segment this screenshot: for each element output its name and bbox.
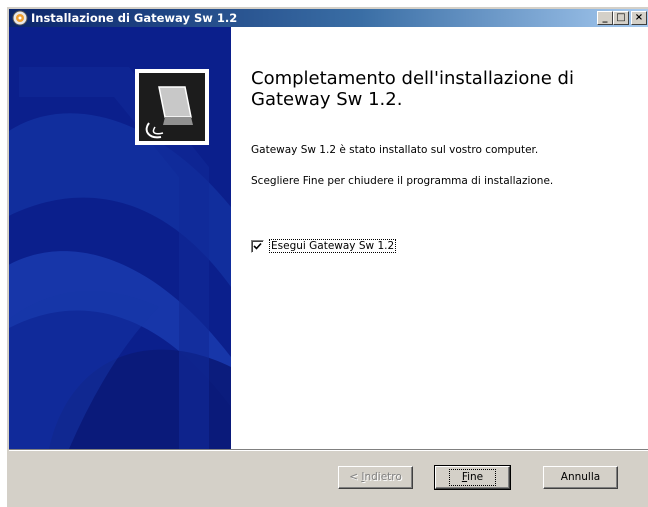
back-button[interactable]: < Indietro [338, 466, 413, 489]
finish-button-focus: Fine [448, 469, 497, 486]
footer-separator [9, 449, 648, 451]
run-app-option[interactable]: Esegui Gateway Sw 1.2 [251, 239, 397, 253]
installer-window: Installazione di Gateway Sw 1.2 _ □ × Co… [6, 6, 648, 507]
back-button-prefix: < [349, 471, 362, 483]
page-title: Completamento dell'installazione di Gate… [251, 68, 574, 110]
checkmark-icon [253, 242, 262, 250]
run-app-checkbox[interactable] [251, 239, 264, 253]
title-bar[interactable]: Installazione di Gateway Sw 1.2 _ □ × [9, 9, 648, 27]
run-app-label[interactable]: Esegui Gateway Sw 1.2 [269, 239, 397, 253]
minimize-button[interactable]: _ [597, 11, 613, 25]
back-button-rest: ndietro [364, 471, 402, 483]
installer-icon [12, 10, 28, 26]
maximize-button[interactable]: □ [613, 11, 629, 25]
close-button[interactable]: × [631, 11, 647, 25]
window-title: Installazione di Gateway Sw 1.2 [31, 11, 238, 25]
instruction-message: Scegliere Fine per chiudere il programma… [251, 175, 554, 187]
wizard-sidebar-banner [9, 27, 231, 449]
finish-button[interactable]: Fine [434, 465, 511, 490]
cancel-button[interactable]: Annulla [543, 466, 618, 489]
installed-message: Gateway Sw 1.2 è stato installato sul vo… [251, 144, 539, 156]
content-panel: Completamento dell'installazione di Gate… [231, 27, 648, 449]
sidebar-artwork [9, 27, 231, 449]
computer-install-icon [135, 69, 209, 145]
finish-button-rest: ine [467, 471, 484, 483]
